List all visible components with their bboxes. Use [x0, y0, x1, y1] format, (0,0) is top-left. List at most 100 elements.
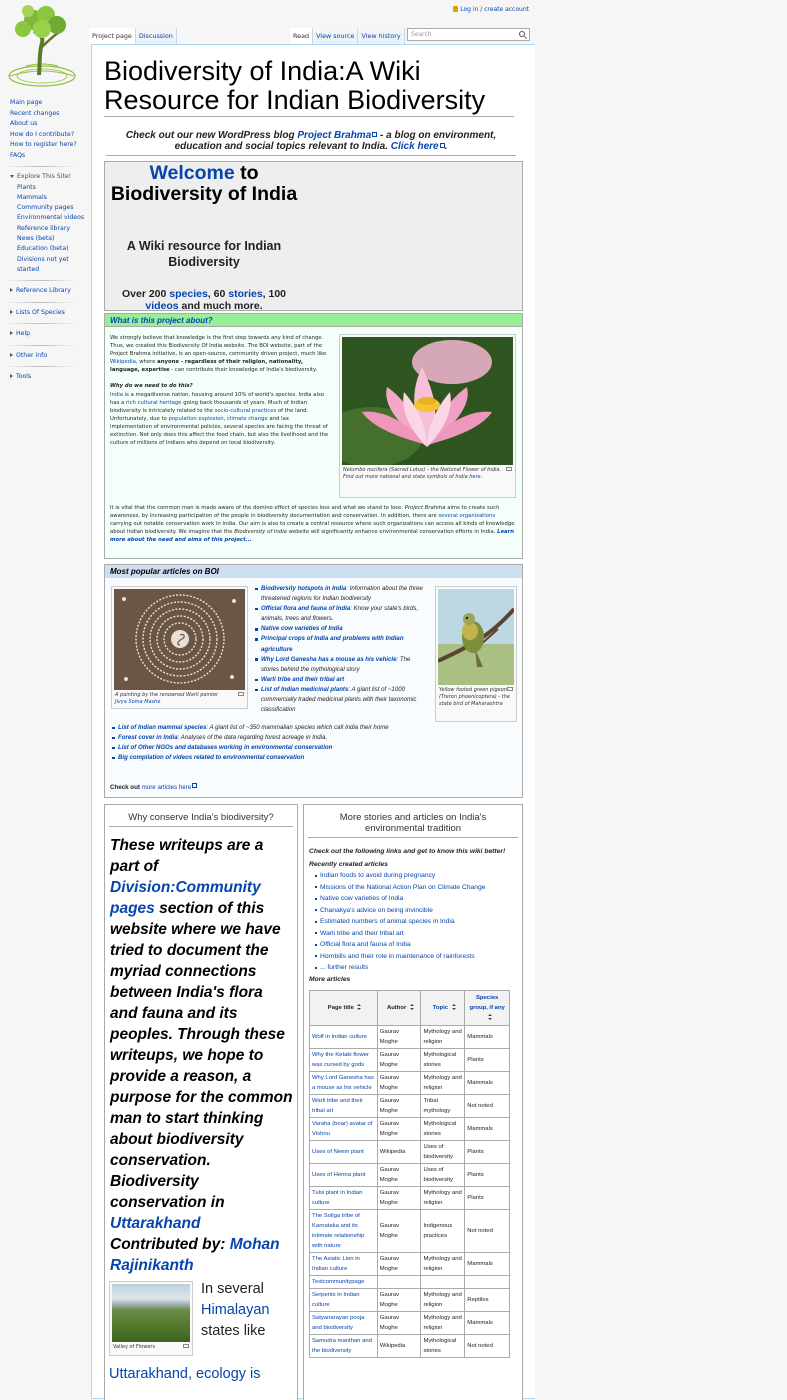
stories-link[interactable]: stories	[228, 288, 262, 300]
sidebar-item-about-us[interactable]: About us	[10, 119, 90, 130]
article-title-link[interactable]: Why the Ketaki flower was cursed by gods	[309, 1048, 378, 1072]
inline-link[interactable]: several organizations	[438, 513, 495, 519]
login-link[interactable]: Log in / create account	[460, 6, 529, 13]
popular-article-link[interactable]: Native cow varieties of India	[261, 625, 343, 632]
sidebar-item-news[interactable]: News (beta)	[17, 234, 90, 244]
tab-project-page[interactable]: Project page	[89, 28, 136, 44]
recent-article-link[interactable]: Warli tribe and their tribal art	[315, 928, 517, 940]
pigeon-image[interactable]	[437, 589, 516, 685]
sidebar-portal-help[interactable]: Help	[10, 329, 90, 340]
article-title-link[interactable]: Varaha (boar) avatar of Vishnu	[309, 1117, 378, 1141]
sidebar-portal-reference-library[interactable]: Reference Library	[10, 286, 90, 297]
article-title-link[interactable]: Satyanarayan pooja and biodiversity	[309, 1311, 378, 1335]
sidebar-heading-explore[interactable]: Explore This Site!	[10, 172, 90, 183]
inline-link[interactable]: here	[469, 474, 480, 480]
sidebar-portal-lists-of-species[interactable]: Lists Of Species	[10, 308, 90, 319]
species-link[interactable]: species	[169, 288, 208, 300]
welcome-word[interactable]: Welcome	[149, 162, 234, 184]
sidebar-item-plants[interactable]: Plants	[17, 183, 90, 193]
recent-article-link[interactable]: Chanakya's advice on being invincible	[315, 905, 517, 917]
sidebar-item-main-page[interactable]: Main page	[10, 98, 90, 109]
sidebar-item-contribute[interactable]: How do I contribute?	[10, 130, 90, 141]
sidebar-portal-tools[interactable]: Tools	[10, 372, 90, 383]
popular-article-link[interactable]: Why Lord Ganesha has a mouse as his vehi…	[261, 656, 396, 663]
warli-painter-link[interactable]: Jivya Soma Mashe	[115, 699, 160, 705]
sidebar-item-faqs[interactable]: FAQs	[10, 151, 90, 162]
article-title-link[interactable]: Tulsi plant in Indian culture	[309, 1186, 378, 1210]
recent-article-link[interactable]: ... further results	[315, 962, 517, 974]
enlarge-icon[interactable]	[506, 467, 512, 471]
site-logo[interactable]	[6, 3, 76, 87]
article-title-link[interactable]: Warli tribe and their tribal art	[309, 1094, 378, 1118]
recent-article-link[interactable]: Official flora and fauna of India	[315, 939, 517, 951]
popular-article-link[interactable]: Principal crops of India and problems wi…	[261, 635, 404, 652]
table-header-cell[interactable]: Author	[376, 990, 422, 1026]
inline-link[interactable]: population explosion	[169, 416, 224, 422]
sort-icon[interactable]	[450, 1004, 456, 1010]
table-header-cell[interactable]: Species group, if any	[464, 990, 510, 1026]
project-brahma-link[interactable]: Project Brahma	[297, 130, 378, 141]
himalayan-link[interactable]: Himalayan	[201, 1302, 270, 1318]
tab-discussion[interactable]: Discussion	[135, 28, 177, 44]
inline-link[interactable]: climate change	[227, 416, 268, 422]
lotus-image[interactable]	[342, 337, 513, 465]
sidebar-item-community-pages[interactable]: Community pages	[17, 203, 90, 213]
inline-link[interactable]: India	[110, 392, 123, 398]
table-header-cell[interactable]: Topic	[420, 990, 466, 1026]
popular-article-link[interactable]: Official flora and fauna of India	[261, 605, 350, 612]
popular-article-link[interactable]: List of Indian mammal species	[118, 724, 206, 731]
article-title-link[interactable]: Samudra manthan and the biodiversity	[309, 1334, 378, 1358]
recent-article-link[interactable]: Estimated numbers of animal species in I…	[315, 916, 517, 928]
valley-of-flowers-image[interactable]	[112, 1284, 190, 1342]
article-title-link[interactable]: The Asiatic Lion in Indian culture	[309, 1252, 378, 1276]
recent-article-link[interactable]: Indian foods to avoid during pregnancy	[315, 870, 517, 882]
tab-view-source[interactable]: View source	[313, 28, 359, 44]
sort-icon[interactable]	[487, 1014, 493, 1020]
uttarakhand-link[interactable]: Uttarakhand	[110, 1215, 200, 1232]
table-header-cell[interactable]: Page title	[309, 990, 378, 1026]
search-icon[interactable]	[519, 31, 525, 37]
search-input[interactable]: Search	[407, 28, 530, 41]
popular-article-link[interactable]: List of Other NGOs and databases working…	[118, 744, 332, 751]
blog-banner: Check out our new WordPress blog Project…	[106, 130, 516, 156]
inline-link[interactable]: rich cultural heritage	[126, 400, 182, 406]
sidebar-item-education[interactable]: Education (beta)	[17, 244, 90, 254]
tab-read[interactable]: Read	[290, 28, 314, 44]
sidebar-item-register[interactable]: How to register here?	[10, 140, 90, 151]
article-title-link[interactable]: Why Lord Ganesha has a mouse as his vehi…	[309, 1071, 378, 1095]
article-title-link[interactable]: Uses of Henna plant	[309, 1163, 378, 1187]
article-title-link[interactable]: The Soliga tribe of Karnataka and its in…	[309, 1209, 378, 1253]
enlarge-icon[interactable]	[238, 692, 244, 696]
recent-article-link[interactable]: Hornbills and their role in maintenance …	[315, 951, 517, 963]
sidebar-item-reference-library[interactable]: Reference library	[17, 224, 90, 234]
enlarge-icon[interactable]	[183, 1344, 189, 1348]
article-title-link[interactable]: Uses of Neem plant	[309, 1140, 378, 1164]
popular-article-link[interactable]: Big compilation of videos related to env…	[118, 754, 304, 761]
recent-article-link[interactable]: Native cow varieties of India	[315, 893, 517, 905]
videos-link[interactable]: videos	[145, 300, 178, 312]
inline-link[interactable]: socio-cultural practices	[215, 408, 277, 414]
popular-article-link[interactable]: List of Indian medicinal plants	[261, 686, 348, 693]
popular-article-link[interactable]: Warli tribe and their tribal art	[261, 676, 344, 683]
article-title-link[interactable]: Serpents in Indian culture	[309, 1288, 378, 1312]
article-title-link[interactable]: Testcommunitypage	[309, 1275, 378, 1289]
enlarge-icon[interactable]	[507, 687, 513, 691]
page-title: Biodiversity of India:A Wiki Resource fo…	[104, 57, 514, 117]
article-title-link[interactable]: Wolf in Indian culture	[309, 1025, 378, 1049]
warli-painting-image[interactable]	[114, 589, 245, 690]
popular-article-link[interactable]: Forest cover in India	[118, 734, 178, 741]
sort-icon[interactable]	[356, 1004, 362, 1010]
portal-label: Other info	[16, 351, 48, 359]
click-here-link[interactable]: Click here	[391, 141, 445, 152]
sidebar-item-environmental-videos[interactable]: Environmental videos	[17, 213, 90, 223]
wikipedia-link[interactable]: Wikipedia	[110, 359, 136, 365]
tab-view-history[interactable]: View history	[358, 28, 405, 44]
sidebar-item-mammals[interactable]: Mammals	[17, 193, 90, 203]
more-articles-link[interactable]: more articles here	[142, 783, 198, 791]
popular-article-link[interactable]: Biodiversity hotspots in India	[261, 585, 346, 592]
sidebar-portal-other-info[interactable]: Other info	[10, 351, 90, 362]
sort-icon[interactable]	[408, 1004, 414, 1010]
sidebar-item-divisions[interactable]: Divisions not yet started	[17, 255, 90, 276]
recent-article-link[interactable]: Missions of the National Action Plan on …	[315, 882, 517, 894]
sidebar-item-recent-changes[interactable]: Recent changes	[10, 109, 90, 120]
